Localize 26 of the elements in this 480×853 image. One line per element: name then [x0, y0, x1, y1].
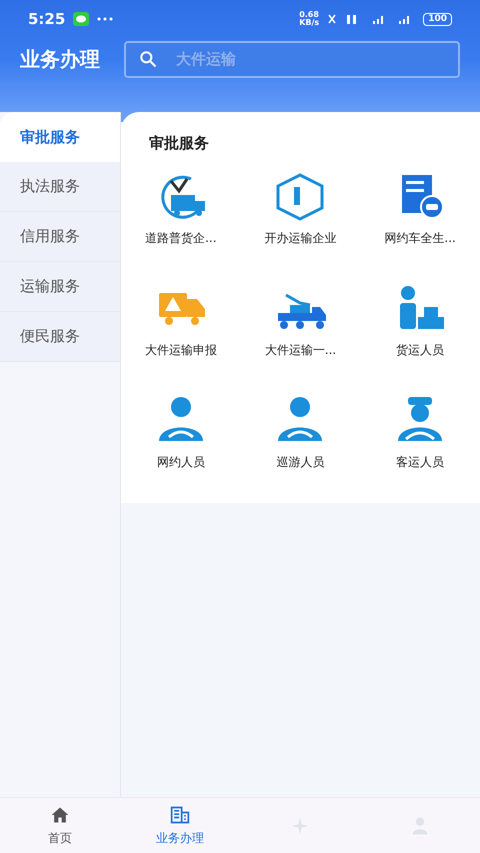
service-item[interactable]: 巡游人员 — [240, 394, 360, 470]
sidebar-item[interactable]: 审批服务 — [0, 112, 120, 162]
search-field[interactable]: 大件运输 — [124, 40, 460, 78]
service-item[interactable]: 大件运输一... — [240, 282, 360, 358]
service-item[interactable]: 货运人员 — [360, 282, 480, 358]
section-title: 审批服务 — [148, 133, 210, 154]
service-item[interactable]: 开办运输企业 — [240, 170, 360, 246]
status-time: 5:25 — [28, 8, 66, 30]
nav-tab[interactable]: 首页 — [0, 798, 120, 853]
sidebar-item[interactable]: 信用服务 — [0, 212, 120, 262]
service-item[interactable]: 大件运输申报 — [121, 282, 241, 358]
service-item[interactable]: 客运人员 — [360, 394, 480, 470]
service-item[interactable]: 网约人员 — [121, 394, 241, 470]
battery-indicator: 100 — [423, 12, 452, 26]
sidebar-item[interactable]: 执法服务 — [0, 162, 120, 212]
building-icon — [168, 804, 192, 824]
network-speed: 0.68 KB/s — [299, 11, 320, 27]
more-icon — [97, 17, 114, 21]
search-icon — [138, 48, 158, 68]
sidebar-item[interactable]: 运输服务 — [0, 262, 120, 312]
nav-tab[interactable]: 业务办理 — [120, 798, 240, 853]
sidebar-item[interactable]: 便民服务 — [0, 312, 120, 362]
service-item[interactable]: 网约车全生... — [360, 170, 480, 246]
service-item[interactable]: 道路普货企... — [121, 170, 241, 246]
chat-app-icon — [73, 12, 90, 26]
page-title: 业务办理 — [20, 46, 100, 73]
